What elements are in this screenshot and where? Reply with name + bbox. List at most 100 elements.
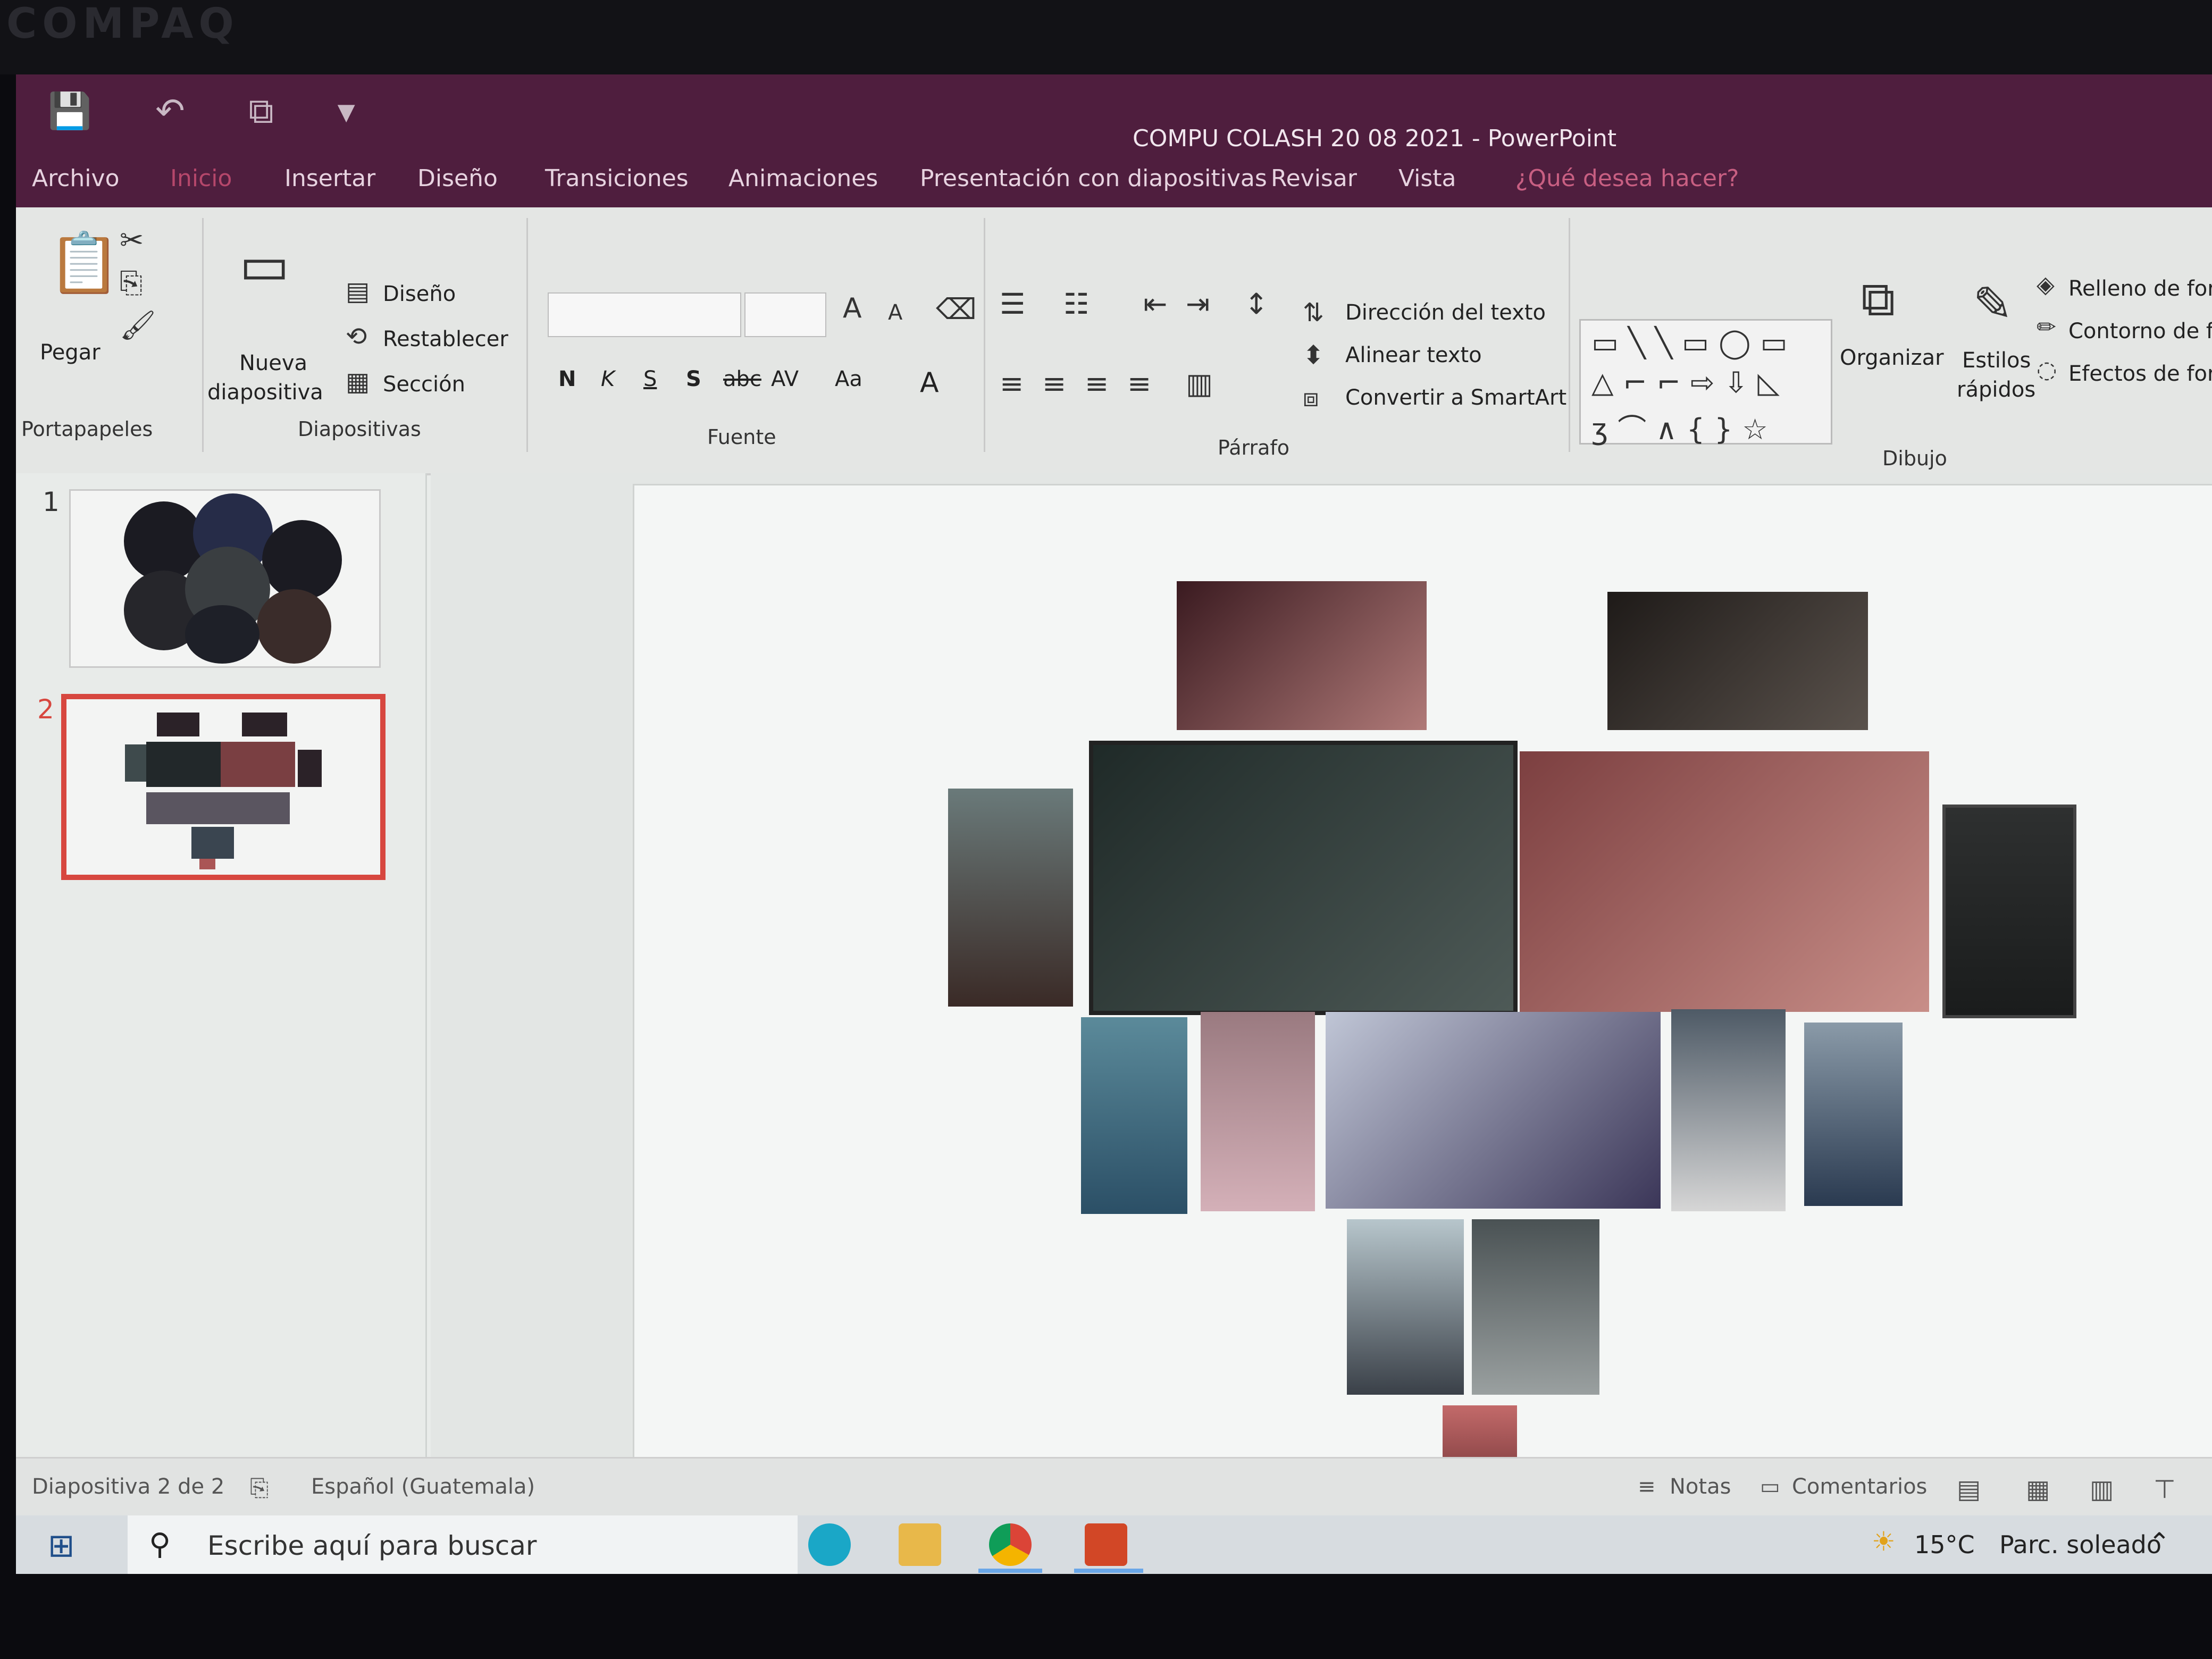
shape-outline-button[interactable]: Contorno de fo <box>2068 319 2212 343</box>
slideshow-icon[interactable]: ⊤ <box>2154 1474 2176 1504</box>
new-slide-button-line1[interactable]: Nueva <box>239 351 307 375</box>
shape-effects-button[interactable]: Efectos de form <box>2068 362 2212 386</box>
collage-photo[interactable] <box>1942 805 2076 1018</box>
format-painter-icon[interactable]: 🖌 <box>120 308 156 342</box>
taskbar-search-box[interactable]: ⚲ Escribe aquí para buscar <box>128 1515 798 1574</box>
shadow-button[interactable]: S <box>686 367 701 391</box>
numbering-icon[interactable]: ☷ <box>1063 287 1089 321</box>
cut-icon[interactable]: ✂ <box>120 223 144 257</box>
char-spacing-button[interactable]: AV <box>771 367 799 391</box>
tab-animaciones[interactable]: Animaciones <box>728 165 878 192</box>
collage-photo[interactable] <box>1671 1009 1786 1211</box>
columns-icon[interactable]: ▥ <box>1186 367 1213 400</box>
language-indicator[interactable]: Español (Guatemala) <box>311 1474 535 1499</box>
layout-icon[interactable]: ▤ <box>346 276 370 306</box>
slide-canvas[interactable] <box>633 484 2212 1497</box>
quick-styles-button-line1[interactable]: Estilos <box>1962 348 2031 373</box>
collage-photo[interactable] <box>1089 741 1518 1015</box>
layout-button[interactable]: Diseño <box>383 282 456 306</box>
tab-transiciones[interactable]: Transiciones <box>545 165 689 192</box>
justify-icon[interactable]: ≡ <box>1127 367 1151 400</box>
tab-revisar[interactable]: Revisar <box>1271 165 1357 192</box>
shape-fill-icon[interactable]: ◈ <box>2037 271 2055 298</box>
align-text-icon[interactable]: ⬍ <box>1303 340 1324 370</box>
comments-icon[interactable]: ▭ <box>1760 1474 1780 1499</box>
save-icon[interactable]: 💾 <box>48 90 91 132</box>
shape-fill-button[interactable]: Relleno de form <box>2068 276 2212 301</box>
reset-icon[interactable]: ⟲ <box>346 322 367 351</box>
smartart-icon[interactable]: ⧈ <box>1303 383 1319 413</box>
quick-styles-button-line2[interactable]: rápidos <box>1957 378 2035 402</box>
bold-button[interactable]: N <box>558 367 576 391</box>
slide-sorter-icon[interactable]: ▦ <box>2026 1474 2050 1504</box>
arrange-icon[interactable]: ⧉ <box>1861 271 1895 328</box>
collage-photo[interactable] <box>948 789 1073 1007</box>
notes-button[interactable]: Notas <box>1670 1474 1731 1499</box>
shape-outline-icon[interactable]: ✏ <box>2037 314 2056 341</box>
increase-indent-icon[interactable]: ⇥ <box>1186 287 1210 321</box>
decrease-indent-icon[interactable]: ⇤ <box>1143 287 1167 321</box>
powerpoint-icon[interactable] <box>1085 1523 1127 1566</box>
present-icon[interactable]: ⧉ <box>249 90 274 132</box>
section-icon[interactable]: ▦ <box>346 367 370 397</box>
reading-view-icon[interactable]: ▥ <box>2090 1474 2114 1504</box>
font-color-button[interactable]: A <box>920 367 939 399</box>
windows-start-icon[interactable]: ⊞ <box>48 1527 74 1564</box>
underline-button[interactable]: S <box>643 367 657 391</box>
new-slide-icon[interactable]: ▭ <box>239 234 289 296</box>
notes-icon[interactable]: ≡ <box>1638 1474 1656 1499</box>
new-slide-button-line2[interactable]: diapositiva <box>207 380 323 405</box>
collage-photo[interactable] <box>1520 751 1929 1012</box>
app-icon-creative[interactable] <box>808 1523 851 1566</box>
align-right-icon[interactable]: ≡ <box>1085 367 1109 400</box>
align-center-icon[interactable]: ≡ <box>1042 367 1066 400</box>
chevron-up-icon[interactable]: ⌃ <box>2148 1527 2171 1558</box>
tab-vista[interactable]: Vista <box>1398 165 1456 192</box>
font-size-box[interactable] <box>744 292 826 337</box>
weather-description[interactable]: Parc. soleado <box>1999 1530 2161 1559</box>
collage-photo[interactable] <box>1177 581 1427 730</box>
quick-styles-icon[interactable]: ✎ <box>1973 276 2013 332</box>
grow-font-icon[interactable]: A <box>843 292 862 324</box>
section-button[interactable]: Sección <box>383 372 465 397</box>
collage-photo[interactable] <box>1804 1023 1903 1206</box>
collage-photo[interactable] <box>1607 592 1868 730</box>
shapes-gallery[interactable]: ▭╲╲▭◯▭ △⌐⌐⇨⇩◺ ʒ⌒∧{}☆ <box>1579 319 1832 446</box>
shape-effects-icon[interactable]: ◌ <box>2037 356 2057 383</box>
file-explorer-icon[interactable] <box>899 1523 941 1566</box>
collage-photo[interactable] <box>1081 1017 1187 1214</box>
copy-icon[interactable]: ⎘ <box>120 266 143 300</box>
text-direction-button[interactable]: Dirección del texto <box>1345 300 1546 325</box>
slide-thumbnail-2[interactable] <box>61 694 386 880</box>
weather-temperature[interactable]: 15°C <box>1914 1530 1975 1559</box>
normal-view-icon[interactable]: ▤ <box>1957 1474 1981 1504</box>
collage-photo[interactable] <box>1472 1219 1599 1395</box>
tab-diseno[interactable]: Diseño <box>417 165 498 192</box>
paste-icon[interactable]: 📋 <box>48 229 121 297</box>
paste-button[interactable]: Pegar <box>40 340 100 365</box>
strikethrough-button[interactable]: abc <box>723 367 761 391</box>
reset-button[interactable]: Restablecer <box>383 327 508 351</box>
tab-inicio[interactable]: Inicio <box>170 165 232 192</box>
collage-photo[interactable] <box>1201 1012 1315 1211</box>
collage-photo[interactable] <box>1326 1012 1661 1209</box>
arrange-button[interactable]: Organizar <box>1840 346 1944 370</box>
undo-icon[interactable]: ↶ <box>155 90 185 132</box>
tab-insertar[interactable]: Insertar <box>284 165 375 192</box>
tab-archivo[interactable]: Archivo <box>32 165 119 192</box>
align-left-icon[interactable]: ≡ <box>1000 367 1024 400</box>
bullets-icon[interactable]: ☰ <box>1000 287 1025 321</box>
align-text-button[interactable]: Alinear texto <box>1345 343 1482 367</box>
customize-icon[interactable]: ▾ <box>338 90 355 132</box>
spellcheck-icon[interactable]: ⎘ <box>250 1474 269 1502</box>
slide-thumbnail-1[interactable] <box>69 489 381 668</box>
collage-photo[interactable] <box>1347 1219 1464 1395</box>
line-spacing-icon[interactable]: ↕ <box>1244 287 1268 321</box>
text-direction-icon[interactable]: ⇅ <box>1303 298 1324 328</box>
font-name-box[interactable] <box>548 292 741 337</box>
change-case-button[interactable]: Aa <box>835 367 862 391</box>
chrome-icon[interactable] <box>989 1523 1032 1566</box>
shrink-font-icon[interactable]: A <box>888 300 902 325</box>
comments-button[interactable]: Comentarios <box>1792 1474 1927 1499</box>
tell-me-search[interactable]: ¿Qué desea hacer? <box>1515 165 1739 192</box>
